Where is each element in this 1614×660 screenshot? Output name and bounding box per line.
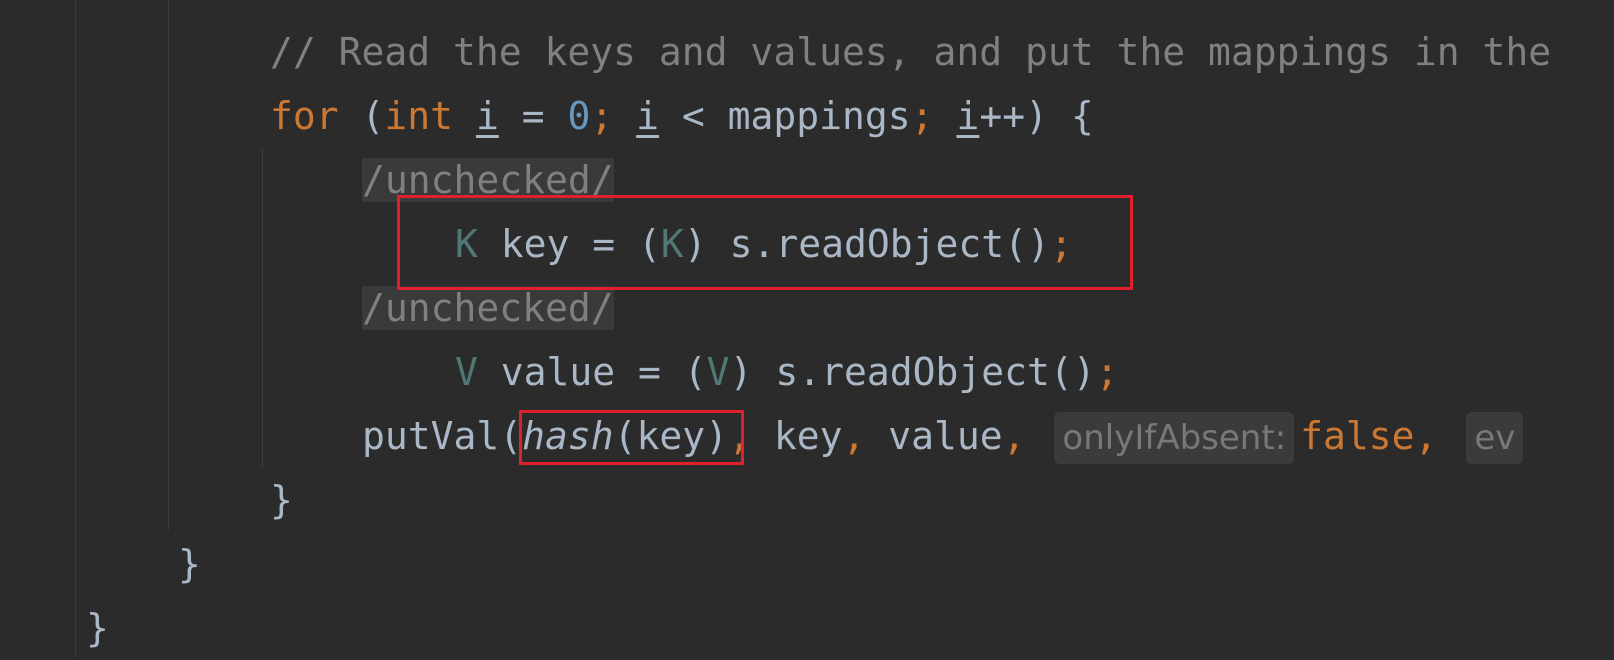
semicolon: ; [910, 94, 934, 138]
keyword: for [270, 94, 339, 138]
code: ( [338, 94, 385, 138]
semicolon: ; [590, 94, 614, 138]
code: ) s.readObject() [729, 350, 1096, 394]
code: value = ( [477, 350, 707, 394]
highlight-box-key-line [397, 195, 1133, 290]
indent-guide [168, 0, 169, 530]
code-line-comment: // Read the keys and values, and put the… [270, 20, 1551, 84]
brace: } [178, 542, 201, 586]
code: ++) { [979, 94, 1094, 138]
suppress-comment: /unchecked/ [362, 286, 614, 330]
indent-guide [75, 0, 76, 657]
variable: i [475, 94, 499, 138]
code: putVal( [362, 414, 523, 458]
variable: i [636, 94, 660, 138]
comment: // Read the keys and values, and put the… [270, 30, 1552, 74]
variable: i [956, 94, 980, 138]
comma: , [1002, 414, 1026, 458]
parameter-hint: onlyIfAbsent: [1054, 412, 1295, 464]
brace: } [270, 478, 293, 522]
indent-guide [262, 148, 263, 468]
keyword: int [384, 94, 454, 138]
code-line-close: } [86, 596, 109, 660]
keyword: false [1300, 414, 1415, 458]
code: key [750, 414, 843, 458]
brace: } [86, 606, 109, 650]
highlight-box-hash-call [519, 410, 744, 465]
semicolon: ; [1095, 350, 1119, 394]
code-line-for: for (int i = 0; i < mappings; i++) { [270, 84, 1094, 148]
comma: , [1414, 414, 1438, 458]
code-line-close: } [270, 468, 293, 532]
code-line-close: } [178, 532, 201, 596]
code: value [865, 414, 1003, 458]
parameter-hint: ev [1466, 412, 1524, 464]
number: 0 [567, 94, 591, 138]
type-param: V [706, 350, 730, 394]
code: < mappings [659, 94, 911, 138]
code: = [498, 94, 568, 138]
code-line-value: V value = (V) s.readObject(); [455, 340, 1119, 404]
comma: , [842, 414, 866, 458]
type-param: V [455, 350, 478, 394]
